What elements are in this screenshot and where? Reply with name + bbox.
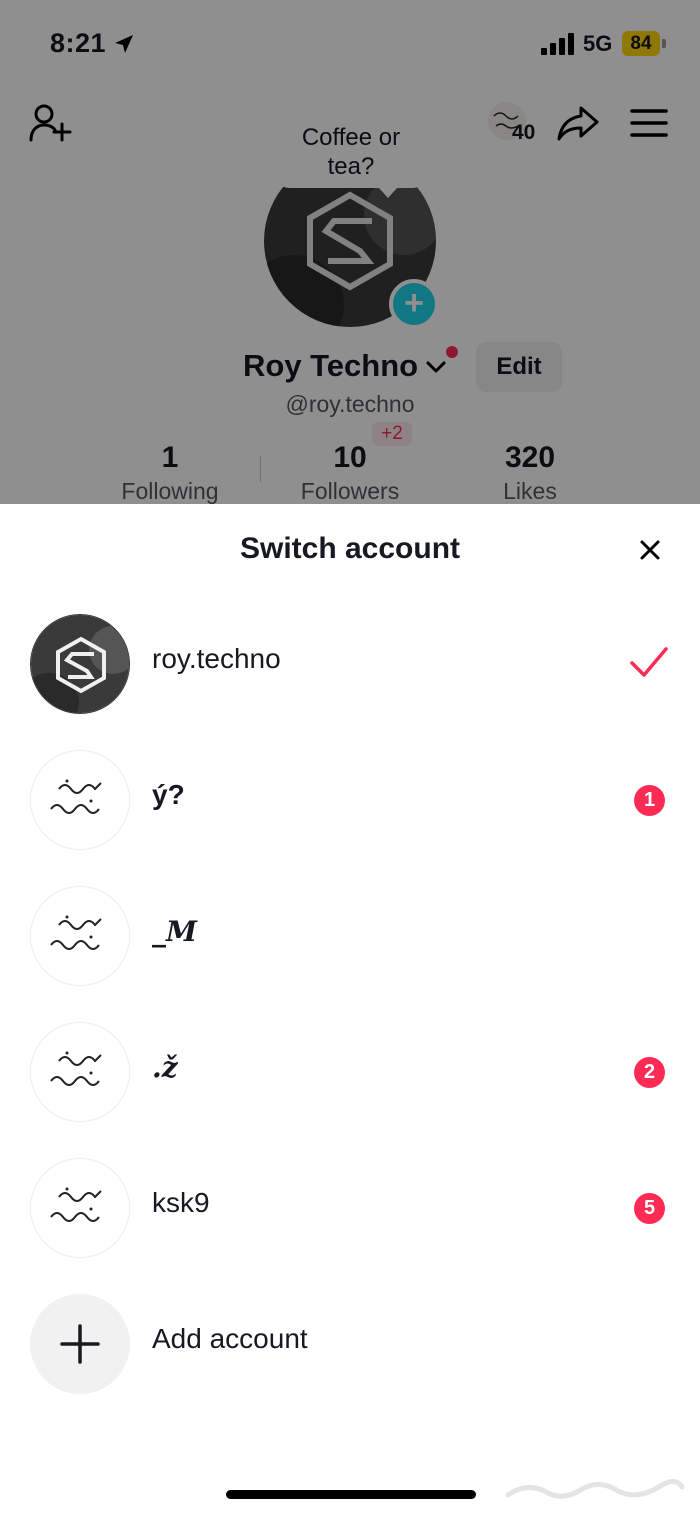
sheet-title: Switch account: [239, 532, 461, 565]
account-row[interactable]: _𝑴: [0, 869, 700, 1005]
calligraphy-image: [50, 779, 102, 814]
dim-overlay[interactable]: [0, 0, 700, 505]
account-avatar: [30, 1022, 130, 1122]
switch-account-sheet: Switch account roy.techno ý? 1 _𝑴 .ž 2 k…: [0, 504, 700, 1514]
notification-count-badge: 1: [634, 785, 665, 816]
calligraphy-image: [50, 915, 102, 950]
calligraphy-image: [50, 1051, 102, 1086]
brand-logo-icon: [31, 615, 129, 713]
account-name: ksk9: [152, 1187, 210, 1218]
account-avatar: [30, 614, 130, 714]
account-name: _𝑴: [152, 915, 197, 948]
notification-count-badge: 2: [634, 1057, 665, 1088]
calligraphy-image: [50, 1187, 102, 1222]
add-account-circle: [30, 1294, 130, 1394]
account-name: .ž: [152, 1051, 178, 1084]
add-account-button[interactable]: Add account: [0, 1277, 700, 1413]
checkmark-icon: [630, 647, 668, 677]
account-name: ý?: [152, 779, 185, 810]
home-indicator[interactable]: [226, 1490, 476, 1499]
account-row[interactable]: ksk9 5: [0, 1141, 700, 1277]
watermark-logo: [505, 1479, 685, 1499]
account-avatar: [30, 1158, 130, 1258]
account-name: roy.techno: [152, 643, 281, 674]
account-row[interactable]: roy.techno: [0, 597, 700, 733]
account-avatar: [30, 886, 130, 986]
account-avatar: [30, 750, 130, 850]
notification-count-badge: 5: [634, 1193, 665, 1224]
plus-icon: [60, 1324, 100, 1364]
add-account-label: Add account: [152, 1323, 308, 1354]
close-icon[interactable]: [636, 536, 664, 564]
account-row[interactable]: ý? 1: [0, 733, 700, 869]
account-row[interactable]: .ž 2: [0, 1005, 700, 1141]
